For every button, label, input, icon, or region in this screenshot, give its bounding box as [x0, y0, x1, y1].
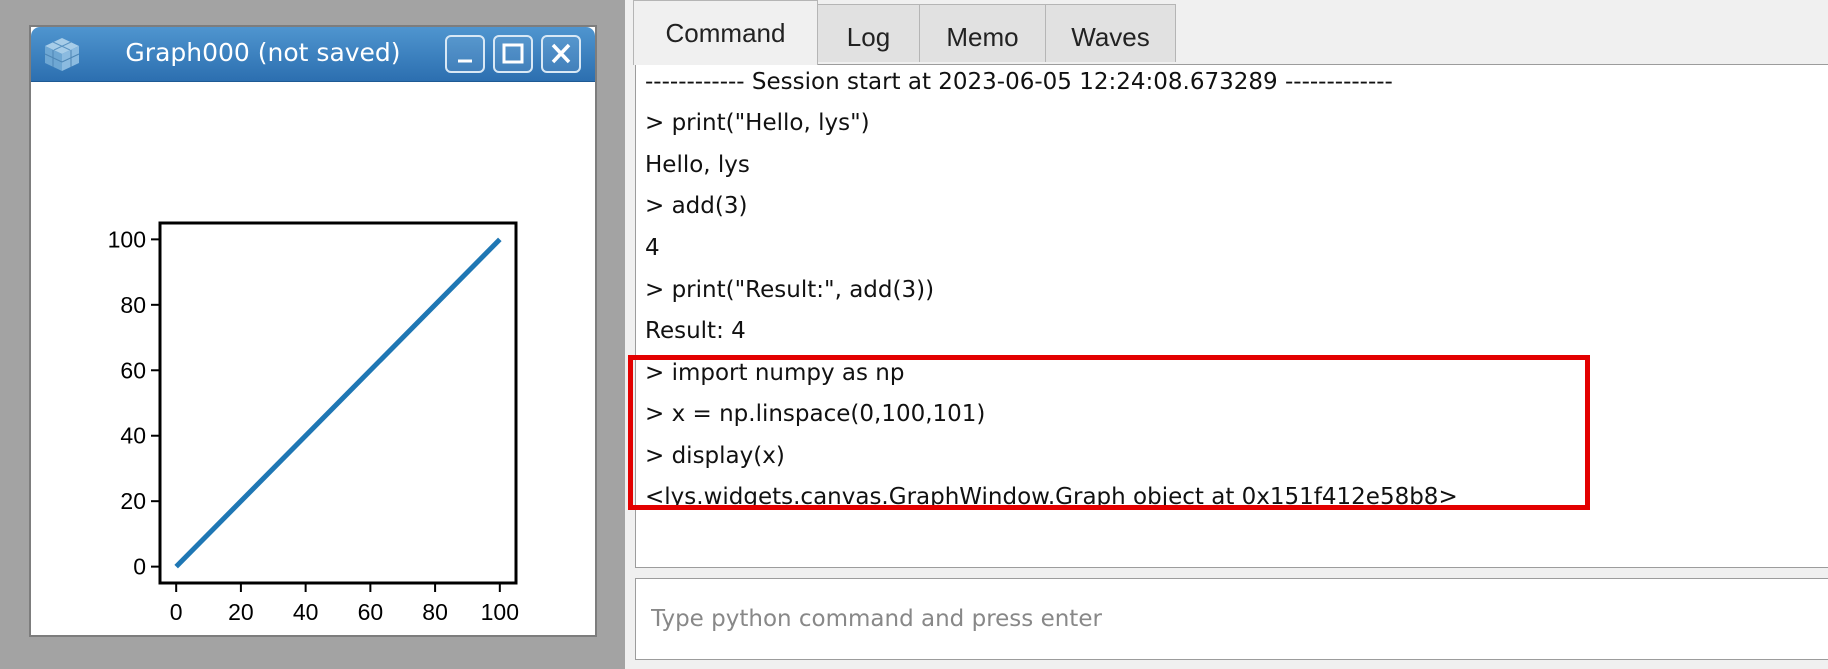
highlight-annotation-box — [628, 355, 1590, 510]
close-icon — [551, 43, 571, 64]
y-tick-label: 60 — [120, 357, 146, 383]
x-tick-label: 40 — [293, 599, 319, 623]
tab-memo[interactable]: Memo — [919, 4, 1046, 62]
y-tick-label: 40 — [120, 423, 146, 449]
minimize-button[interactable] — [445, 35, 485, 73]
command-output-log[interactable]: ------------ Session start at 2023-06-05… — [628, 64, 1828, 568]
log-line: ------------ Session start at 2023-06-05… — [645, 69, 1393, 95]
tab-waves[interactable]: Waves — [1045, 4, 1176, 62]
tab-command[interactable]: Command — [633, 0, 818, 65]
log-line: > print("Result:", add(3)) — [645, 277, 935, 303]
x-tick-label: 20 — [228, 599, 254, 623]
log-line: Hello, lys — [645, 152, 750, 178]
x-tick-label: 0 — [170, 599, 183, 623]
x-tick-label: 60 — [358, 599, 384, 623]
graph-canvas[interactable]: 0 20 40 60 80 100 0 20 40 60 80 100 — [41, 83, 581, 623]
maximize-button[interactable] — [493, 35, 533, 73]
console-tabs: Log Memo Waves Command — [625, 0, 1828, 65]
graph-window-titlebar[interactable]: Graph000 (not saved) — [31, 27, 595, 82]
close-button[interactable] — [541, 35, 581, 73]
command-input[interactable] — [636, 579, 1828, 659]
minimize-icon — [458, 59, 472, 63]
x-tick-label: 80 — [422, 599, 448, 623]
log-line: 4 — [645, 235, 660, 261]
tab-log[interactable]: Log — [817, 4, 920, 62]
y-tick-label: 0 — [133, 554, 146, 580]
log-line: > print("Hello, lys") — [645, 110, 870, 136]
command-input-box[interactable] — [635, 578, 1828, 660]
log-line: > add(3) — [645, 193, 748, 219]
graph-window: Graph000 (not saved) 0 20 40 60 80 100 0 20 40 60… — [29, 25, 597, 637]
graph-window-title: Graph000 (not saved) — [125, 38, 401, 67]
y-tick-label: 100 — [108, 226, 146, 252]
log-line: Result: 4 — [645, 318, 746, 344]
x-tick-label: 100 — [481, 599, 519, 623]
maximize-icon — [502, 43, 524, 64]
console-panel: Log Memo Waves Command ------------ Sess… — [625, 0, 1828, 669]
y-tick-label: 80 — [120, 292, 146, 318]
y-tick-label: 20 — [120, 488, 146, 514]
